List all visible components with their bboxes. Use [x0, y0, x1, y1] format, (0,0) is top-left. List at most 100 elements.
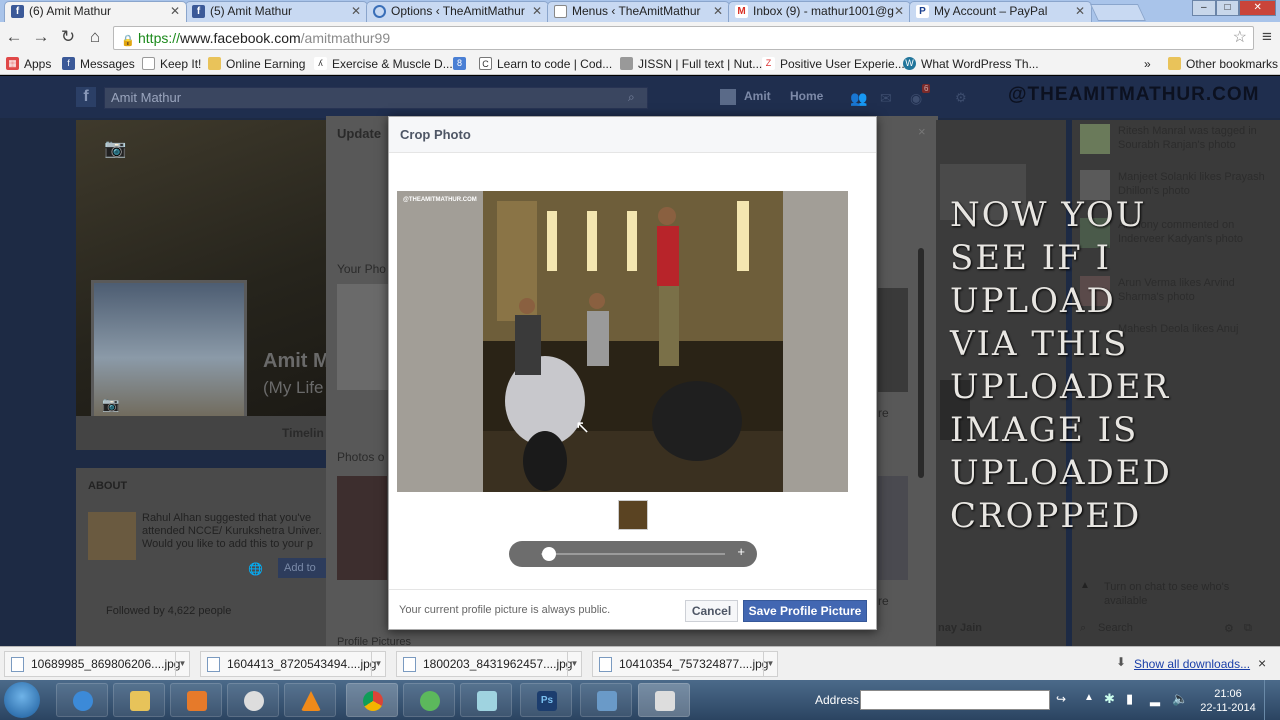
avatar[interactable]: [1080, 124, 1110, 154]
tab-menus[interactable]: Menus ‹ TheAmitMathur ✕: [547, 1, 730, 22]
avatar[interactable]: [720, 89, 736, 105]
star-icon[interactable]: ☆: [1233, 27, 1247, 49]
reload-icon[interactable]: ↻: [57, 27, 79, 47]
app-taskbar-button[interactable]: [460, 683, 512, 717]
download-item[interactable]: 1800203_8431962457....jpg ▼: [396, 651, 582, 677]
zoom-in-icon[interactable]: +: [737, 544, 745, 559]
chevron-down-icon[interactable]: ▼: [567, 652, 581, 676]
suggestion-photo[interactable]: [88, 512, 136, 560]
search-icon[interactable]: ⌕: [628, 90, 635, 105]
add-to-profile-button[interactable]: Add to: [278, 558, 326, 578]
camera-icon[interactable]: 📷: [102, 396, 119, 413]
friend-requests-icon[interactable]: 👥: [850, 90, 867, 107]
tab-paypal[interactable]: P My Account – PayPal ✕: [909, 1, 1092, 22]
bookmark-keep-it[interactable]: Keep It!: [142, 56, 201, 72]
tray-expand-icon[interactable]: ▲: [1084, 692, 1094, 703]
network-icon[interactable]: ✱: [1104, 691, 1115, 707]
chat-prompt[interactable]: Turn on chat to see who's available: [1104, 580, 1274, 608]
popout-icon[interactable]: ⧉: [1244, 622, 1252, 635]
see-more-link[interactable]: re: [878, 406, 889, 420]
settings-icon[interactable]: ⚙: [955, 90, 967, 106]
chrome-taskbar-button[interactable]: [346, 683, 398, 717]
chat-friend-name[interactable]: nay Jain: [938, 622, 982, 634]
start-button[interactable]: [4, 682, 40, 718]
close-tab-icon[interactable]: ✕: [713, 2, 723, 21]
facebook-logo-icon[interactable]: f: [76, 87, 96, 107]
system-clock[interactable]: 21:06 22-11-2014: [1198, 687, 1258, 715]
bookmark-apps[interactable]: ▦ Apps: [6, 56, 51, 72]
back-icon[interactable]: ←: [3, 27, 25, 47]
bookmark-messages[interactable]: f Messages: [62, 56, 135, 72]
close-window-icon[interactable]: ✕: [1239, 0, 1277, 16]
close-icon[interactable]: ×: [1258, 655, 1266, 671]
notifications-icon[interactable]: ◉: [910, 90, 922, 107]
close-tab-icon[interactable]: ✕: [351, 2, 361, 21]
bookmark-online-earning[interactable]: Online Earning: [208, 56, 305, 72]
tab-amit-mathur[interactable]: f (5) Amit Mathur ✕: [185, 1, 368, 22]
profile-picture[interactable]: 📷: [91, 280, 247, 436]
utorrent-taskbar-button[interactable]: [403, 683, 455, 717]
bookmark-exercise[interactable]: ʎ Exercise & Muscle D...: [314, 56, 453, 72]
download-item[interactable]: 10689985_869806206....jpg ▼: [4, 651, 190, 677]
slider-handle[interactable]: [542, 547, 557, 561]
tab-gmail[interactable]: M Inbox (9) - mathur1001@g ✕: [728, 1, 911, 22]
minimize-icon[interactable]: –: [1192, 0, 1216, 16]
close-tab-icon[interactable]: ✕: [170, 2, 180, 21]
show-all-downloads-link[interactable]: Show all downloads...: [1134, 657, 1250, 671]
signal-icon[interactable]: ▂: [1150, 691, 1160, 707]
go-icon[interactable]: ↪: [1056, 692, 1066, 706]
bookmark-other[interactable]: Other bookmarks: [1168, 56, 1278, 72]
chat-search-input[interactable]: Search: [1098, 622, 1133, 634]
clock-taskbar-button[interactable]: [227, 683, 279, 717]
vlc-taskbar-button[interactable]: [284, 683, 336, 717]
maximize-icon[interactable]: □: [1215, 0, 1240, 16]
close-tab-icon[interactable]: ✕: [894, 2, 904, 21]
photo-thumbnail[interactable]: [337, 476, 387, 580]
settings-icon[interactable]: ⚙: [1224, 622, 1234, 635]
monitor-taskbar-button[interactable]: [580, 683, 632, 717]
globe-icon[interactable]: 🌐: [248, 562, 263, 576]
volume-icon[interactable]: 🔈: [1172, 691, 1188, 707]
cancel-button[interactable]: Cancel: [685, 600, 738, 622]
ie-taskbar-button[interactable]: [56, 683, 108, 717]
photo-thumbnail[interactable]: [337, 284, 389, 390]
close-tab-icon[interactable]: ✕: [1075, 2, 1085, 21]
photo-thumbnail[interactable]: [878, 476, 908, 580]
messages-icon[interactable]: ✉: [880, 90, 892, 107]
ticker-item[interactable]: Ritesh Manral was tagged in Sourabh Ranj…: [1118, 124, 1276, 152]
bookmark-positive-ux[interactable]: Z Positive User Experie...: [762, 56, 905, 72]
tab-amit-mathur-active[interactable]: f (6) Amit Mathur ✕: [4, 1, 187, 22]
new-tab-button[interactable]: [1090, 4, 1146, 21]
address-bar[interactable]: 🔒 https://www.facebook.com/amitmathur99 …: [113, 26, 1254, 50]
camera-icon[interactable]: 📷: [104, 138, 126, 159]
chevron-down-icon[interactable]: ▼: [763, 652, 777, 676]
bookmark-learn-to-code[interactable]: C Learn to code | Cod...: [479, 56, 612, 72]
facebook-search-input[interactable]: Amit Mathur: [104, 87, 648, 109]
download-item[interactable]: 10410354_757324877....jpg ▼: [592, 651, 778, 677]
chevron-down-icon[interactable]: ▼: [175, 652, 189, 676]
bookmark-jissn[interactable]: JISSN | Full text | Nut...: [620, 56, 762, 72]
files-taskbar-button[interactable]: [638, 683, 690, 717]
chevron-down-icon[interactable]: ▼: [371, 652, 385, 676]
address-toolbar-input[interactable]: [860, 690, 1050, 710]
show-desktop-button[interactable]: [1264, 680, 1280, 720]
forward-icon[interactable]: →: [30, 27, 52, 47]
home-icon[interactable]: ⌂: [84, 27, 106, 47]
nav-home-link[interactable]: Home: [790, 89, 823, 103]
scrollbar[interactable]: [918, 248, 924, 478]
see-more-link[interactable]: re: [878, 594, 889, 608]
tab-options[interactable]: Options ‹ TheAmitMathur ✕: [366, 1, 549, 22]
nav-user-link[interactable]: Amit: [744, 89, 771, 103]
save-profile-picture-button[interactable]: Save Profile Picture: [743, 600, 867, 622]
photo-thumbnail[interactable]: [878, 288, 908, 392]
close-tab-icon[interactable]: ✕: [532, 2, 542, 21]
photoshop-taskbar-button[interactable]: Ps: [520, 683, 572, 717]
explorer-taskbar-button[interactable]: [113, 683, 165, 717]
zoom-slider[interactable]: +: [509, 541, 757, 567]
media-taskbar-button[interactable]: [170, 683, 222, 717]
download-item[interactable]: 1604413_8720543494....jpg ▼: [200, 651, 386, 677]
more-bookmarks-icon[interactable]: »: [1144, 56, 1151, 72]
close-icon[interactable]: ×: [918, 124, 926, 139]
crop-area[interactable]: @THEAMITMATHUR.COM ↖: [397, 191, 848, 492]
menu-icon[interactable]: ≡: [1256, 27, 1278, 47]
